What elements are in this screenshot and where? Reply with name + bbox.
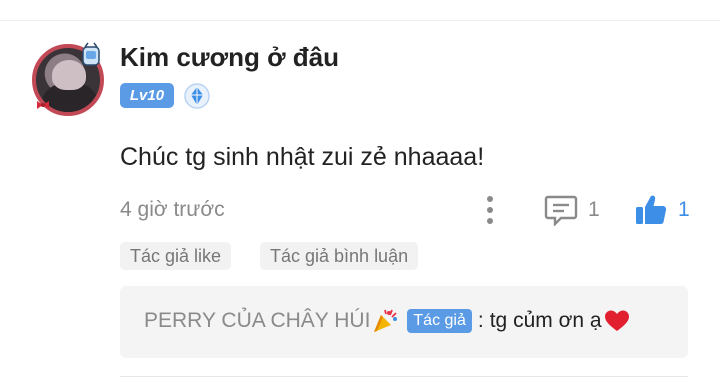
avatar-frame-badge-icon: [82, 42, 100, 66]
author-label-badge: Tác giả: [407, 309, 472, 333]
comment-bubble-icon: [544, 195, 578, 226]
comment-time: 4 giờ trước: [120, 198, 225, 221]
reply-button[interactable]: 1: [544, 193, 600, 227]
red-heart-emoji: [604, 310, 629, 331]
author-reply-box[interactable]: PERRY CỦA CHÂY HÚI Tác giả : tg củm ơn ạ: [120, 286, 688, 358]
top-divider: [0, 20, 720, 21]
like-button[interactable]: 1: [634, 192, 690, 228]
party-popper-emoji: [374, 309, 398, 332]
avatar[interactable]: [32, 42, 106, 118]
more-vertical-icon[interactable]: [476, 194, 504, 226]
like-count: 1: [678, 198, 690, 221]
reply-author-name[interactable]: PERRY CỦA CHÂY HÚI: [144, 309, 370, 333]
thumbs-up-icon: [636, 195, 667, 224]
bottom-divider: [120, 376, 688, 377]
reply-separator: :: [477, 309, 484, 332]
reply-text: tg củm ơn ạ: [489, 309, 602, 332]
comment-text: Chúc tg sinh nhật zui zẻ nhaaaa!: [120, 143, 485, 171]
diamond-rank-icon: [184, 83, 210, 109]
username[interactable]: Kim cương ở đâu: [120, 42, 339, 73]
author-replied-tag: Tác giả bình luận: [260, 242, 419, 270]
level-badge: Lv10: [120, 83, 174, 108]
author-reply-line: PERRY CỦA CHÂY HÚI Tác giả : tg củm ơn ạ: [144, 307, 630, 335]
author-liked-tag: Tác giả like: [120, 242, 232, 270]
reply-count: 1: [588, 198, 600, 221]
avatar-frame-bow-icon: [37, 101, 49, 109]
